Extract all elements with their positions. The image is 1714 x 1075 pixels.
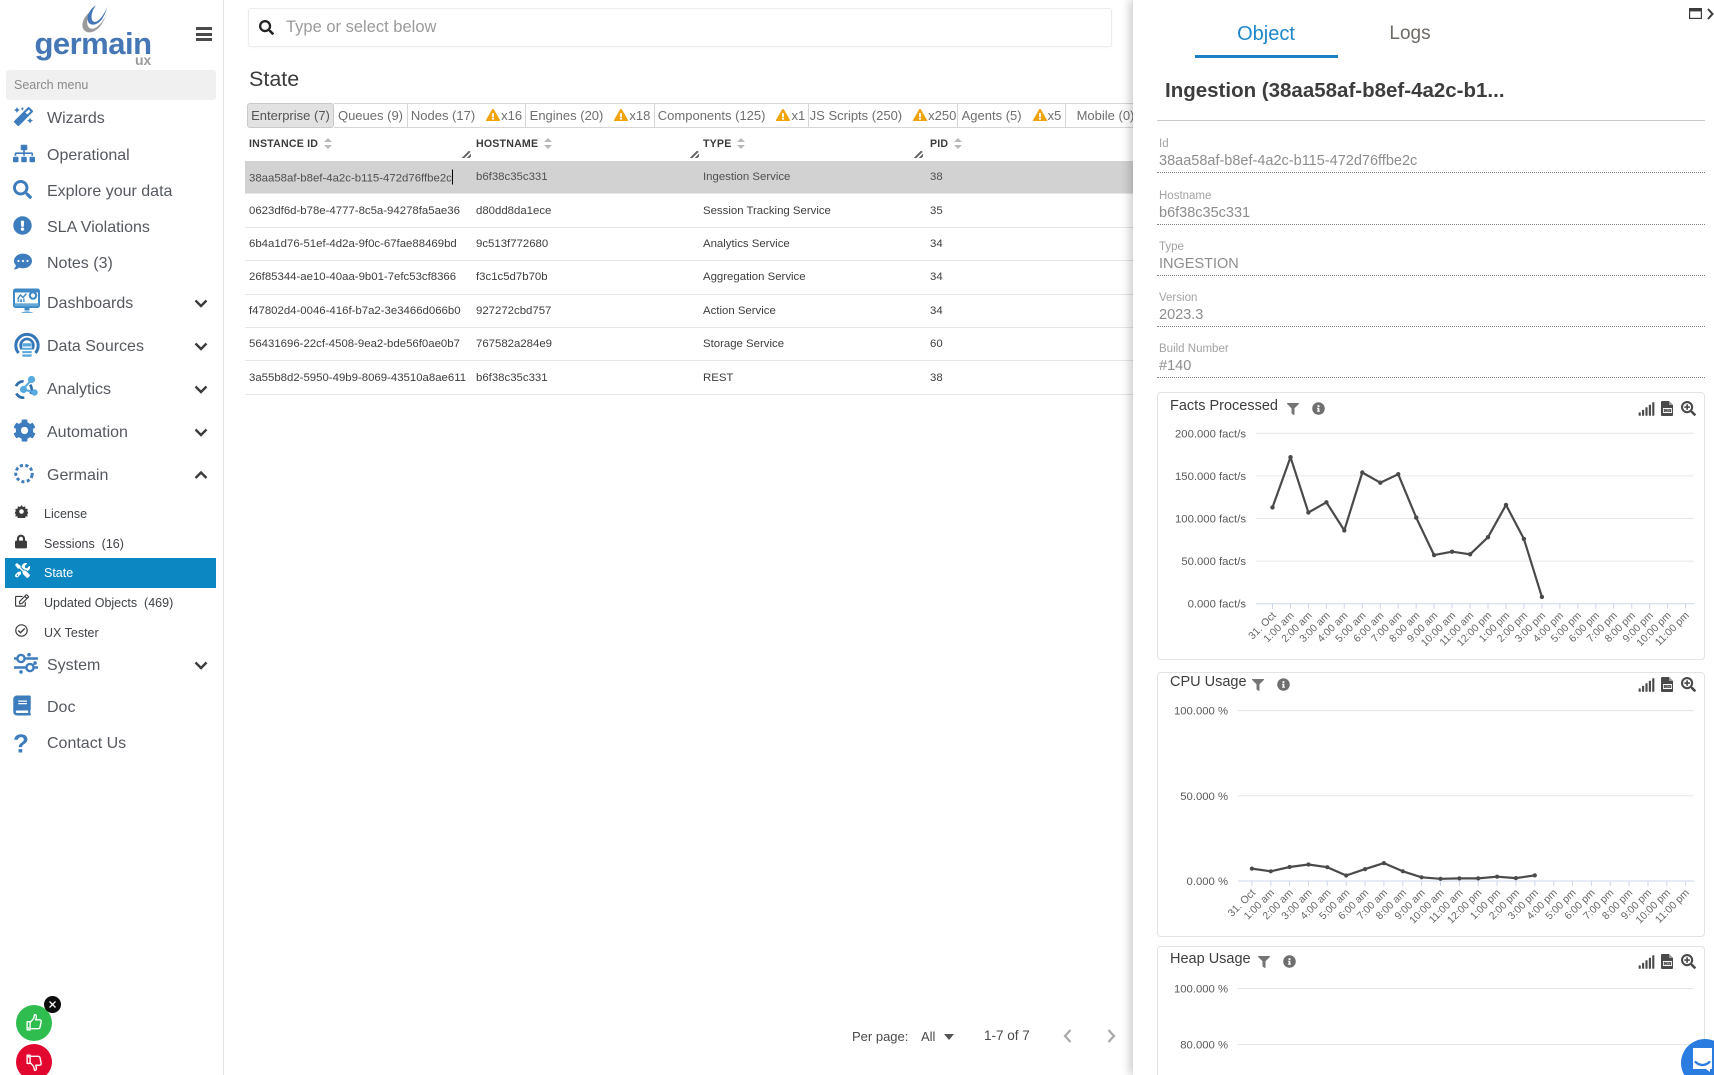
svg-text:CSV: CSV [1665, 685, 1671, 689]
svg-text:CSV: CSV [1665, 409, 1671, 413]
svg-text:CSV: CSV [1665, 962, 1671, 966]
